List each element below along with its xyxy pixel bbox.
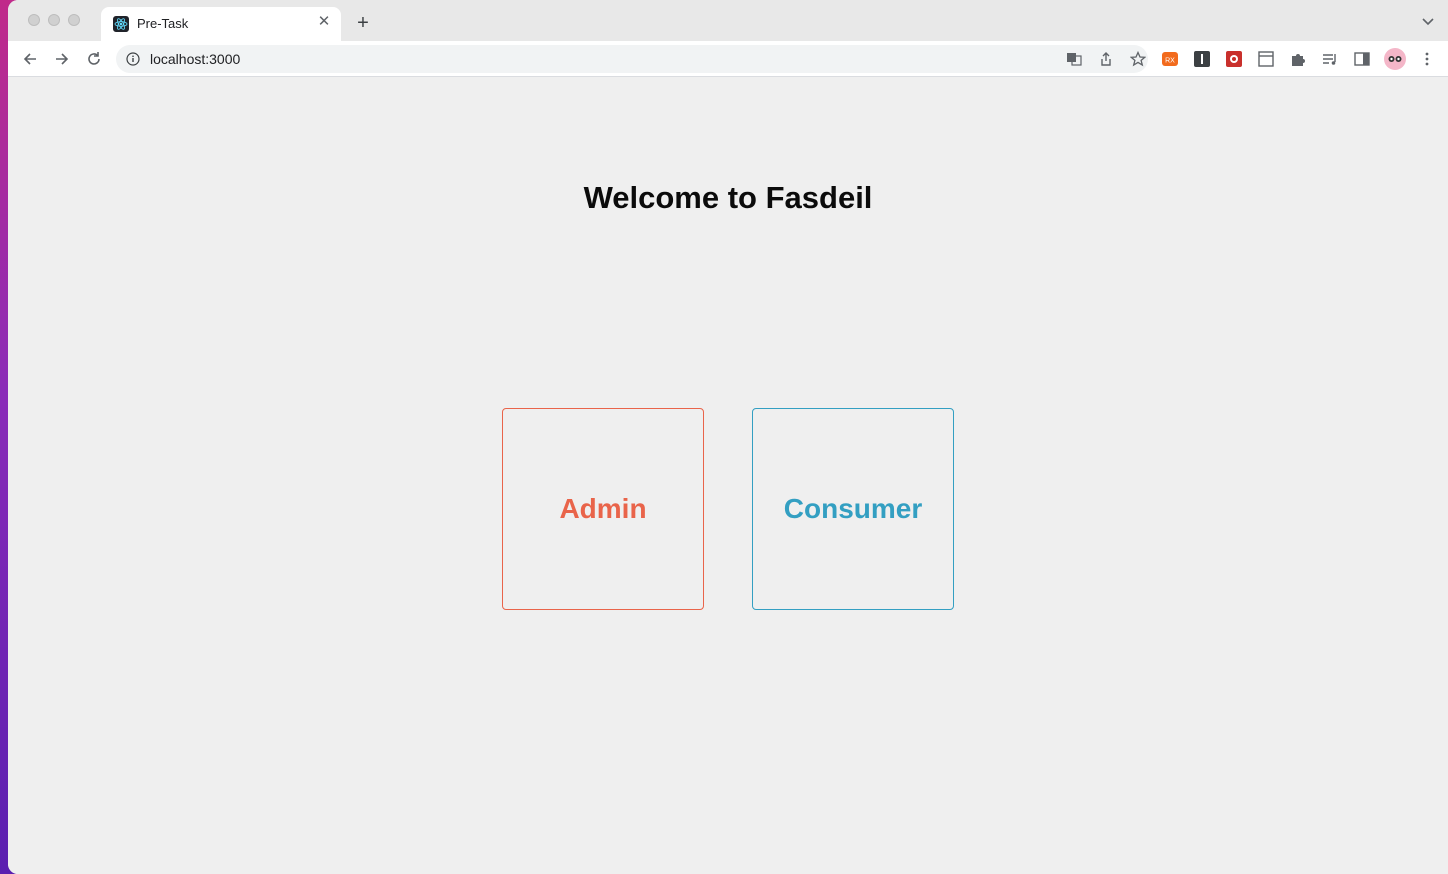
admin-card-button[interactable]: Admin: [502, 408, 704, 610]
star-icon[interactable]: [1129, 50, 1147, 67]
url-text: localhost:3000: [150, 51, 241, 67]
chevron-down-icon[interactable]: [1420, 13, 1436, 29]
i-extension-icon[interactable]: [1193, 50, 1211, 68]
new-tab-icon[interactable]: +: [353, 13, 373, 33]
maximize-window-button[interactable]: [68, 14, 80, 26]
address-bar[interactable]: localhost:3000: [116, 45, 1148, 73]
forward-arrow-icon[interactable]: [52, 49, 72, 69]
tab-strip: Pre-Task ✕ +: [8, 0, 1448, 41]
side-panel-icon[interactable]: [1353, 50, 1371, 68]
translate-icon[interactable]: [1066, 51, 1082, 67]
back-arrow-icon[interactable]: [20, 49, 40, 69]
page-title: Welcome to Fasdeil: [583, 180, 873, 215]
window-icon[interactable]: [1257, 50, 1275, 68]
browser-toolbar: localhost:3000 RX: [8, 41, 1448, 77]
react-logo-icon: [113, 16, 129, 32]
close-icon[interactable]: ✕: [315, 13, 333, 31]
share-icon[interactable]: [1098, 51, 1114, 67]
svg-text:RX: RX: [1165, 58, 1175, 65]
browser-window: Pre-Task ✕ + localhost:3000 RX Welcome t…: [8, 0, 1448, 874]
page-content: Welcome to Fasdeil Admin Consumer: [8, 78, 1448, 874]
puzzle-icon[interactable]: [1289, 50, 1307, 68]
info-icon[interactable]: [126, 52, 140, 66]
profile-avatar[interactable]: [1384, 48, 1406, 70]
media-icon[interactable]: [1321, 50, 1339, 68]
kebab-menu-icon[interactable]: [1418, 50, 1436, 68]
browser-tab[interactable]: Pre-Task ✕: [101, 7, 341, 41]
rx-extension-icon[interactable]: RX: [1161, 50, 1179, 68]
close-window-button[interactable]: [28, 14, 40, 26]
minimize-window-button[interactable]: [48, 14, 60, 26]
reload-icon[interactable]: [84, 49, 104, 69]
consumer-card-button[interactable]: Consumer: [752, 408, 954, 610]
red-extension-icon[interactable]: [1225, 50, 1243, 68]
tab-title: Pre-Task: [137, 16, 189, 31]
